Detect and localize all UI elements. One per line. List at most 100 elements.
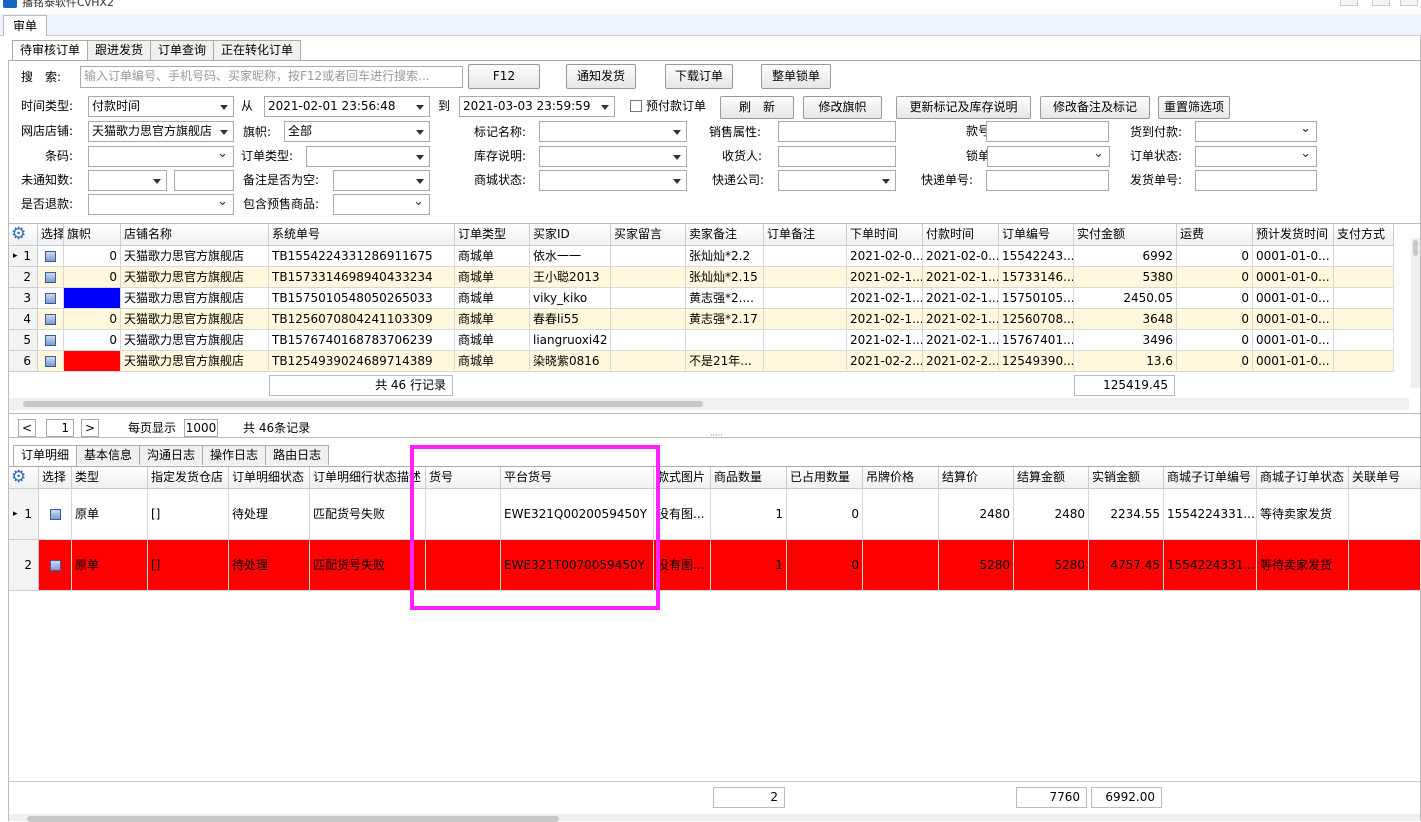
tab-converting[interactable]: 正在转化订单 bbox=[213, 40, 302, 60]
orders-vscroll-thumb[interactable] bbox=[1413, 240, 1418, 256]
next-page-button[interactable]: > bbox=[81, 419, 99, 437]
column-header[interactable]: 卖家备注 bbox=[686, 224, 764, 246]
column-header[interactable]: 商城子订单状态 bbox=[1257, 467, 1349, 489]
column-header[interactable]: 结算金额 bbox=[1014, 467, 1089, 489]
from-date-picker[interactable]: 2021-02-01 23:56:48 bbox=[264, 96, 430, 117]
row-indicator[interactable]: 4 bbox=[9, 309, 38, 330]
maximize-icon[interactable] bbox=[1372, 0, 1390, 6]
row-indicator[interactable]: 2 bbox=[9, 540, 39, 591]
courier-no-input[interactable] bbox=[986, 170, 1109, 191]
row-indicator[interactable]: 5 bbox=[9, 330, 38, 351]
page-number-input[interactable]: 1 bbox=[46, 419, 74, 437]
shop-select[interactable]: 天猫歌力思官方旗舰店 bbox=[88, 121, 234, 142]
sale-attr-input[interactable] bbox=[778, 121, 896, 142]
column-header[interactable]: 已占用数量 bbox=[787, 467, 863, 489]
lock-select[interactable] bbox=[987, 146, 1110, 167]
row-select-cell[interactable] bbox=[38, 309, 64, 330]
row-select-cell[interactable] bbox=[38, 351, 64, 372]
row-checkbox[interactable] bbox=[45, 314, 56, 325]
row-checkbox[interactable] bbox=[49, 560, 61, 571]
row-checkbox[interactable] bbox=[45, 272, 56, 283]
refund-select[interactable] bbox=[88, 194, 234, 215]
column-header[interactable]: 旗帜 bbox=[64, 224, 121, 246]
tab-basic-info[interactable]: 基本信息 bbox=[76, 445, 141, 465]
row-select-cell[interactable] bbox=[39, 489, 72, 540]
row-select-cell[interactable] bbox=[38, 288, 64, 309]
row-checkbox[interactable] bbox=[45, 251, 56, 262]
row-indicator[interactable]: 2 bbox=[9, 267, 38, 288]
column-header[interactable]: 预计发货时间 bbox=[1253, 224, 1334, 246]
row-checkbox[interactable] bbox=[45, 335, 56, 346]
orders-hscroll[interactable] bbox=[9, 398, 1409, 410]
modify-note-button[interactable]: 修改备注及标记 bbox=[1040, 96, 1150, 119]
column-header[interactable]: 商城子订单编号 bbox=[1164, 467, 1257, 489]
column-header[interactable]: 商品数量 bbox=[711, 467, 787, 489]
unnotified-select[interactable] bbox=[88, 170, 167, 191]
column-header[interactable]: 订单明细行状态描述 bbox=[310, 467, 426, 489]
row-checkbox[interactable] bbox=[45, 356, 56, 367]
arrival-pay-select[interactable] bbox=[1195, 121, 1317, 142]
column-header[interactable]: 款式图片 bbox=[654, 467, 711, 489]
settings-gear-icon[interactable]: ⚙ bbox=[11, 224, 26, 244]
tab-pending-audit[interactable]: 待审核订单 bbox=[12, 40, 89, 61]
receiver-input[interactable] bbox=[778, 146, 896, 167]
notify-shipping-button[interactable]: 通知发货 bbox=[566, 64, 636, 89]
close-icon[interactable] bbox=[1400, 0, 1418, 6]
prepay-checkbox[interactable] bbox=[630, 100, 642, 112]
column-header[interactable]: 订单类型 bbox=[455, 224, 530, 246]
row-checkbox[interactable] bbox=[45, 293, 56, 304]
refresh-button[interactable]: 刷 新 bbox=[720, 96, 794, 119]
column-header[interactable]: 运费 bbox=[1177, 224, 1253, 246]
column-header[interactable]: 下单时间 bbox=[847, 224, 923, 246]
lock-order-button[interactable]: 整单锁单 bbox=[761, 64, 831, 89]
flag-select[interactable]: 全部 bbox=[284, 121, 430, 142]
column-header[interactable]: 买家ID bbox=[530, 224, 611, 246]
tab-route-log[interactable]: 路由日志 bbox=[265, 445, 330, 465]
courier-select[interactable] bbox=[778, 170, 896, 191]
modify-flag-button[interactable]: 修改旗帜 bbox=[803, 96, 882, 119]
settings-gear-icon[interactable]: ⚙ bbox=[11, 467, 26, 487]
column-header[interactable]: 店铺名称 bbox=[121, 224, 269, 246]
column-header[interactable]: 订单明细状态 bbox=[229, 467, 310, 489]
splitter-grip-icon[interactable]: ····· bbox=[710, 431, 723, 441]
row-indicator[interactable]: 6 bbox=[9, 351, 38, 372]
row-indicator[interactable]: 3 bbox=[9, 288, 38, 309]
mark-name-select[interactable] bbox=[539, 121, 687, 142]
tab-communication-log[interactable]: 沟通日志 bbox=[139, 445, 204, 465]
to-date-picker[interactable]: 2021-03-03 23:59:59 bbox=[459, 96, 615, 117]
column-header[interactable]: 选择 bbox=[39, 467, 72, 489]
orders-vscroll[interactable] bbox=[1411, 238, 1420, 388]
f12-button[interactable]: F12 bbox=[468, 64, 540, 89]
order-type-select[interactable] bbox=[306, 146, 430, 167]
column-header[interactable]: 付款时间 bbox=[923, 224, 999, 246]
time-type-select[interactable]: 付款时间 bbox=[88, 96, 234, 117]
column-header[interactable]: 买家留言 bbox=[611, 224, 686, 246]
row-select-cell[interactable] bbox=[39, 540, 72, 591]
detail-hscroll-thumb[interactable] bbox=[27, 816, 559, 822]
row-select-cell[interactable] bbox=[38, 330, 64, 351]
column-header[interactable]: 实付金额 bbox=[1074, 224, 1177, 246]
note-empty-select[interactable] bbox=[333, 170, 430, 191]
column-header[interactable]: 系统单号 bbox=[269, 224, 455, 246]
barcode-select[interactable] bbox=[88, 146, 234, 167]
tab-order-query[interactable]: 订单查询 bbox=[150, 40, 215, 60]
column-header[interactable]: 订单备注 bbox=[764, 224, 847, 246]
column-header[interactable]: 结算价 bbox=[939, 467, 1014, 489]
ship-no-input[interactable] bbox=[1195, 170, 1317, 191]
column-header[interactable]: 指定发货仓店 bbox=[148, 467, 229, 489]
tab-follow-shipping[interactable]: 跟进发货 bbox=[87, 40, 152, 60]
unnotified-input[interactable] bbox=[174, 170, 234, 191]
minimize-icon[interactable] bbox=[1340, 0, 1358, 6]
column-header[interactable]: 实销金额 bbox=[1089, 467, 1164, 489]
search-input[interactable]: 输入订单编号、手机号码、买家昵称，按F12或者回车进行搜索... bbox=[80, 66, 463, 88]
mall-status-select[interactable] bbox=[539, 170, 687, 191]
menu-tab-audit[interactable]: 审单 bbox=[3, 15, 48, 36]
tab-operation-log[interactable]: 操作日志 bbox=[202, 445, 267, 465]
column-header[interactable]: 选择 bbox=[38, 224, 64, 246]
per-page-input[interactable]: 1000 bbox=[184, 419, 218, 437]
presale-select[interactable] bbox=[333, 194, 430, 215]
update-mark-button[interactable]: 更新标记及库存说明 bbox=[896, 96, 1031, 119]
orders-hscroll-thumb[interactable] bbox=[23, 401, 703, 407]
column-header[interactable]: 类型 bbox=[72, 467, 148, 489]
column-header[interactable]: 吊牌价格 bbox=[863, 467, 939, 489]
